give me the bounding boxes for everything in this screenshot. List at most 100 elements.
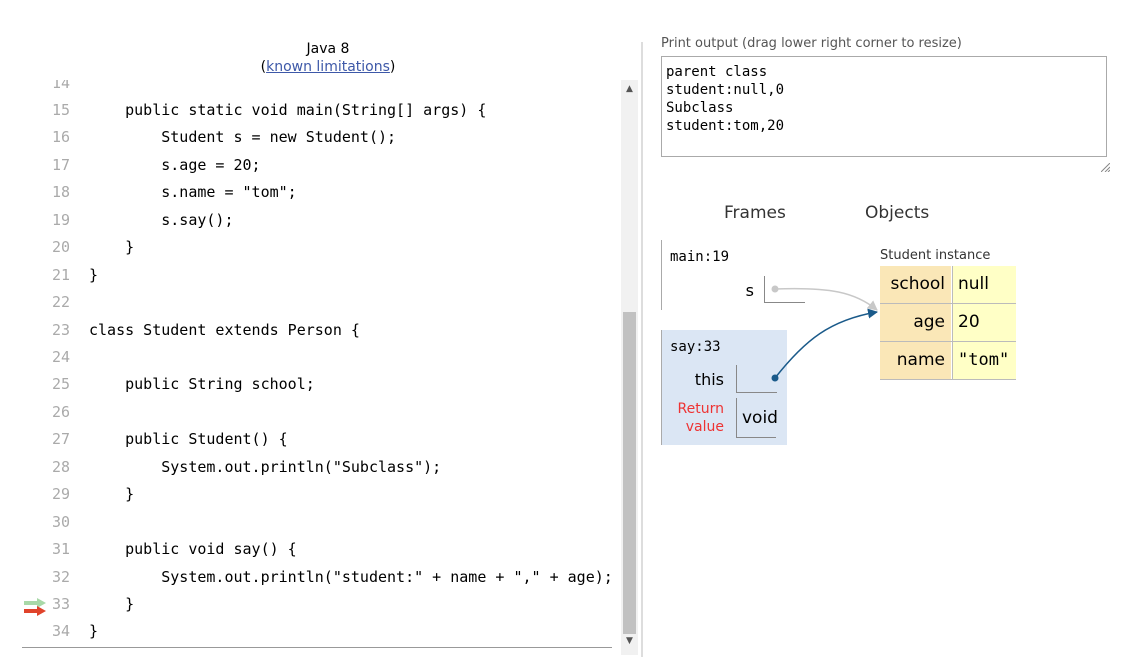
- code-text: public String school;: [89, 375, 315, 393]
- line-number: 18: [51, 183, 70, 201]
- variable-name: s: [745, 281, 754, 300]
- code-text: Student s = new Student();: [89, 128, 397, 146]
- code-text: public void say() {: [89, 540, 297, 558]
- pointer-arrow-this: [774, 308, 878, 379]
- line-number: 19: [51, 211, 70, 229]
- stack-frame-say: say:33 this Return value void: [661, 330, 787, 445]
- stack-frame-main: main:19 s: [661, 240, 805, 310]
- code-line: 20 }: [22, 234, 620, 261]
- code-line: 22: [22, 289, 620, 316]
- frame-name: main:19: [670, 249, 730, 265]
- code-line: 32 System.out.println("student:" + name …: [22, 564, 620, 591]
- code-text: System.out.println("Subclass");: [89, 458, 442, 476]
- output-line: student:tom,20: [666, 118, 785, 134]
- code-line: 25 public String school;: [22, 371, 620, 398]
- object-type-label: Student instance: [880, 248, 991, 263]
- code-line: 14: [22, 80, 620, 97]
- code-text: s.name = "tom";: [89, 183, 297, 201]
- code-text: }: [89, 595, 135, 613]
- pane-divider[interactable]: [641, 42, 643, 657]
- scrollbar-thumb[interactable]: [623, 312, 636, 634]
- variable-name: this: [694, 370, 724, 389]
- known-limitations-link[interactable]: known limitations: [266, 59, 390, 75]
- variable-value-pointer: [736, 365, 777, 393]
- field-key: name: [880, 342, 951, 379]
- code-line-current: 33 }: [22, 591, 620, 618]
- code-text: public static void main(String[] args) {: [89, 101, 487, 119]
- code-line: 23 class Student extends Person {: [22, 317, 620, 344]
- code-line: 15 public static void main(String[] args…: [22, 97, 620, 124]
- object-field-row: age 20: [880, 304, 1016, 342]
- line-number: 22: [51, 293, 70, 311]
- code-line: 29 }: [22, 481, 620, 508]
- code-text: }: [89, 266, 99, 284]
- student-instance: school null age 20 name "tom": [880, 266, 1016, 380]
- line-number: 32: [51, 568, 70, 586]
- language-header: Java 8 (known limitations): [200, 40, 456, 76]
- code-line: 19 s.say();: [22, 207, 620, 234]
- code-text: public Student() {: [89, 430, 288, 448]
- code-text: }: [89, 485, 135, 503]
- line-number: 15: [51, 101, 70, 119]
- limitations-line: (known limitations): [260, 59, 396, 75]
- line-number: 29: [51, 485, 70, 503]
- line-number: 14: [51, 80, 70, 92]
- code-text: }: [89, 622, 99, 640]
- print-output-label: Print output (drag lower right corner to…: [661, 36, 962, 51]
- line-number: 30: [51, 513, 70, 531]
- scroll-down-icon[interactable]: ▼: [621, 636, 638, 650]
- scroll-up-icon[interactable]: ▲: [621, 84, 638, 98]
- frames-header: Frames: [724, 203, 786, 223]
- output-line: Subclass: [666, 100, 734, 116]
- print-output-box[interactable]: parent class student:null,0 Subclass stu…: [661, 56, 1107, 157]
- code-line: 16 Student s = new Student();: [22, 124, 620, 151]
- line-number: 27: [51, 430, 70, 448]
- code-line: 34}: [22, 618, 620, 645]
- return-value: void: [736, 398, 778, 438]
- line-number: 20: [51, 238, 70, 256]
- code-line: 27 public Student() {: [22, 426, 620, 453]
- object-field-row: name "tom": [880, 342, 1016, 380]
- line-number: 31: [51, 540, 70, 558]
- line-number: 23: [51, 321, 70, 339]
- line-number: 24: [51, 348, 70, 366]
- code-text: }: [89, 238, 135, 256]
- frame-name: say:33: [670, 339, 721, 355]
- field-key: school: [880, 266, 951, 303]
- line-number: 28: [51, 458, 70, 476]
- field-value: 20: [952, 304, 1016, 341]
- line-number: 16: [51, 128, 70, 146]
- code-text: System.out.println("student:" + name + "…: [89, 568, 613, 586]
- code-pane-border: [22, 647, 612, 648]
- code-text: s.age = 20;: [89, 156, 261, 174]
- output-line: student:null,0: [666, 82, 785, 98]
- object-field-row: school null: [880, 266, 1016, 304]
- objects-header: Objects: [865, 203, 930, 223]
- code-line: 18 s.name = "tom";: [22, 179, 620, 206]
- field-key: age: [880, 304, 951, 341]
- field-value: "tom": [952, 342, 1016, 379]
- next-line-arrow-icon: [24, 606, 46, 616]
- code-line: 26: [22, 399, 620, 426]
- language-label: Java 8: [306, 41, 350, 57]
- code-line: 28 System.out.println("Subclass");: [22, 454, 620, 481]
- code-text: s.say();: [89, 211, 234, 229]
- code-line: 24: [22, 344, 620, 371]
- output-line: parent class: [666, 64, 768, 80]
- code-line: 17 s.age = 20;: [22, 152, 620, 179]
- line-number: 21: [51, 266, 70, 284]
- code-scrollbar[interactable]: ▲ ▼: [621, 80, 638, 655]
- code-text: class Student extends Person {: [89, 321, 360, 339]
- field-value: null: [952, 266, 1016, 303]
- line-number: 26: [51, 403, 70, 421]
- code-line: 30: [22, 509, 620, 536]
- line-number: 17: [51, 156, 70, 174]
- resize-handle-icon[interactable]: [1101, 163, 1110, 172]
- variable-value-pointer: [764, 276, 805, 303]
- code-pane: 14 15 public static void main(String[] a…: [22, 80, 620, 648]
- line-number: 34: [51, 622, 70, 640]
- line-number: 25: [51, 375, 70, 393]
- code-line: 31 public void say() {: [22, 536, 620, 563]
- code-line: 21}: [22, 262, 620, 289]
- return-value-label: Return value: [677, 401, 724, 435]
